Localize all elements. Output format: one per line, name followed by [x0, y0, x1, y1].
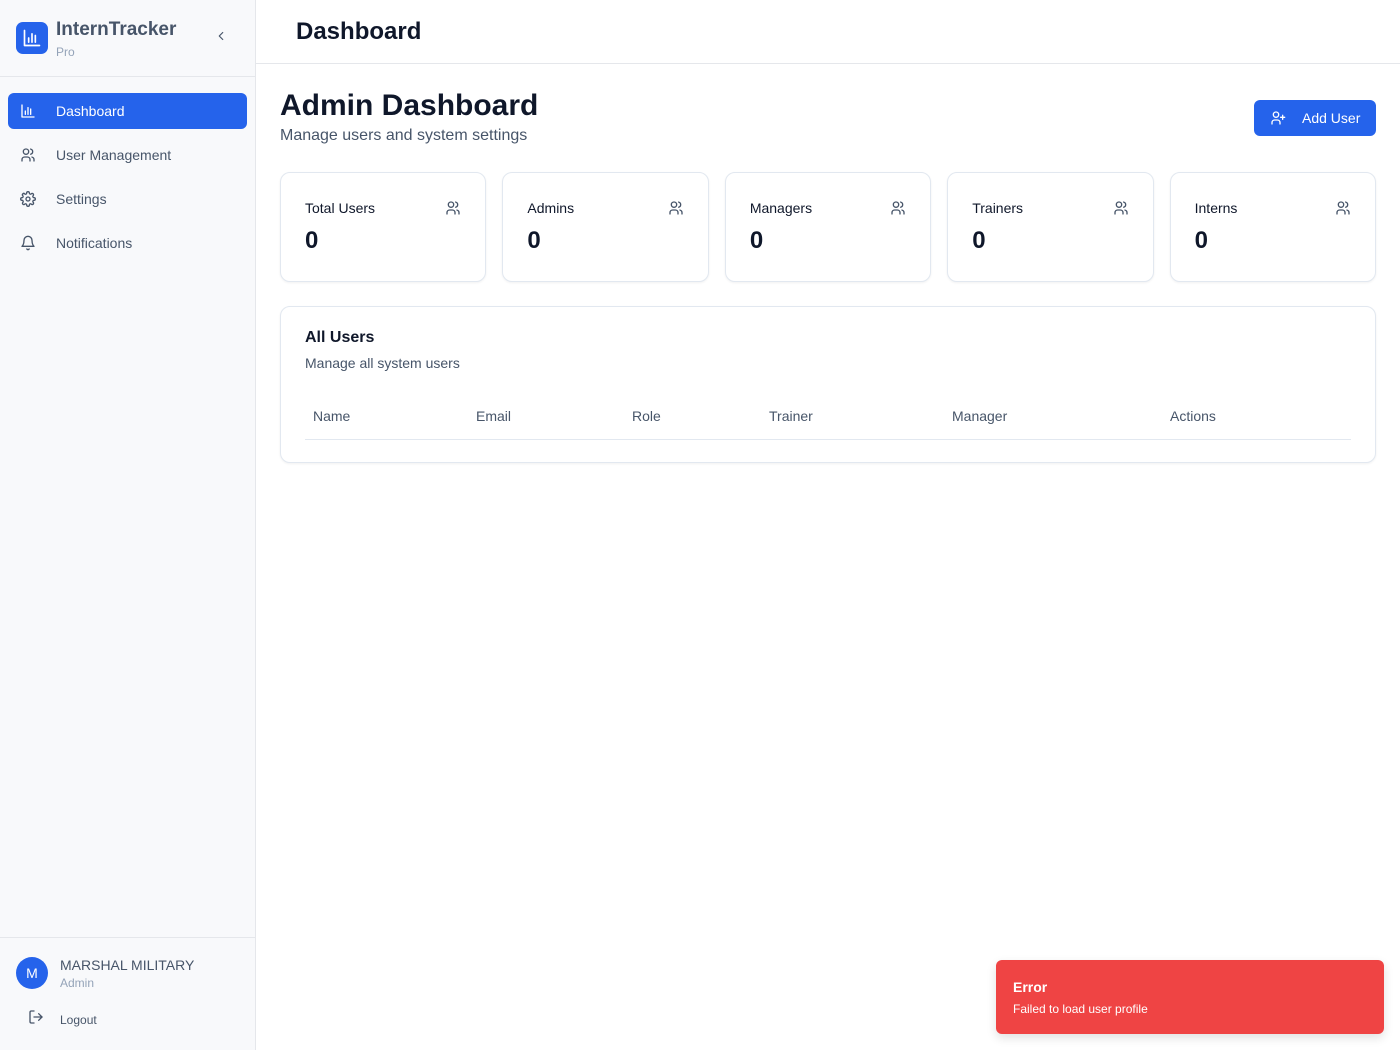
- stat-label: Trainers: [972, 200, 1024, 216]
- sidebar-item-dashboard[interactable]: Dashboard: [8, 93, 247, 129]
- sidebar-item-label: Dashboard: [56, 103, 125, 119]
- column-header-role: Role: [624, 393, 761, 440]
- users-icon: [890, 200, 906, 216]
- add-user-label: Add User: [1302, 110, 1361, 126]
- avatar: M: [16, 957, 48, 989]
- bell-icon: [20, 235, 36, 251]
- brand-header: InternTracker Pro: [0, 0, 255, 77]
- column-header-manager: Manager: [944, 393, 1162, 440]
- users-icon: [445, 200, 461, 216]
- logout-button[interactable]: Logout: [28, 1009, 97, 1030]
- page-title: Admin Dashboard: [280, 89, 539, 122]
- brand-name: InternTracker: [56, 19, 177, 40]
- user-role: Admin: [60, 976, 95, 990]
- user-plus-icon: [1270, 110, 1286, 126]
- error-toast[interactable]: Error Failed to load user profile: [996, 960, 1384, 1034]
- stat-label: Total Users: [305, 200, 376, 216]
- stat-label: Admins: [527, 200, 575, 216]
- bar-chart-icon: [20, 103, 36, 119]
- toast-message: Failed to load user profile: [1013, 1002, 1148, 1016]
- page-subtitle: Manage users and system settings: [280, 127, 528, 144]
- column-header-name: Name: [305, 393, 468, 440]
- column-header-trainer: Trainer: [761, 393, 944, 440]
- sidebar-item-label: Notifications: [56, 235, 133, 251]
- stat-value: 0: [972, 227, 986, 254]
- collapse-sidebar-button[interactable]: [212, 29, 230, 47]
- stat-label: Interns: [1194, 200, 1238, 216]
- stat-label: Managers: [749, 200, 813, 216]
- sidebar: InternTracker Pro Dashboard User Managem…: [0, 0, 256, 1050]
- stat-card-total-users: Total Users 0: [280, 172, 487, 282]
- stat-card-trainers: Trainers 0: [947, 172, 1154, 282]
- user-name: MARSHAL MILITARY: [60, 957, 195, 973]
- users-table: Name Email Role Trainer Manager Actions: [305, 393, 1351, 440]
- toast-title: Error: [1013, 979, 1048, 995]
- all-users-card: All Users Manage all system users Name E…: [280, 306, 1376, 463]
- sidebar-item-user-management[interactable]: User Management: [8, 137, 247, 173]
- stat-card-managers: Managers 0: [724, 172, 932, 282]
- add-user-button[interactable]: Add User: [1254, 100, 1376, 136]
- column-header-email: Email: [468, 393, 624, 440]
- top-bar: Dashboard: [256, 0, 1400, 64]
- stat-value: 0: [749, 227, 764, 254]
- sidebar-item-label: Settings: [56, 191, 107, 207]
- gear-icon: [20, 191, 36, 207]
- users-icon: [1113, 200, 1129, 216]
- users-card-subtitle: Manage all system users: [305, 355, 460, 371]
- users-icon: [20, 147, 36, 163]
- stat-value: 0: [305, 227, 319, 254]
- logout-label: Logout: [60, 1012, 97, 1027]
- logout-icon: [28, 1009, 44, 1030]
- stat-card-admins: Admins 0: [502, 172, 709, 282]
- users-icon: [668, 200, 684, 216]
- stat-value: 0: [527, 227, 541, 254]
- users-icon: [1335, 200, 1351, 216]
- column-header-actions: Actions: [1162, 393, 1351, 440]
- chevron-left-icon: [214, 29, 228, 48]
- users-card-title: All Users: [305, 329, 375, 346]
- stat-card-interns: Interns 0: [1169, 172, 1377, 282]
- header-title: Dashboard: [296, 18, 422, 45]
- table-header-row: Name Email Role Trainer Manager Actions: [305, 393, 1351, 440]
- bar-chart-icon: [16, 22, 48, 54]
- sidebar-item-settings[interactable]: Settings: [8, 181, 247, 217]
- stat-value: 0: [1194, 227, 1208, 254]
- stats-row: Total Users 0 Admins 0 Managers 0 Traine…: [280, 172, 1377, 282]
- brand-tier: Pro: [56, 45, 75, 59]
- sidebar-item-notifications[interactable]: Notifications: [8, 225, 247, 261]
- sidebar-nav: Dashboard User Management Settings Notif…: [8, 93, 247, 269]
- sidebar-item-label: User Management: [56, 147, 172, 163]
- user-panel: M MARSHAL MILITARY Admin Logout: [0, 937, 255, 1050]
